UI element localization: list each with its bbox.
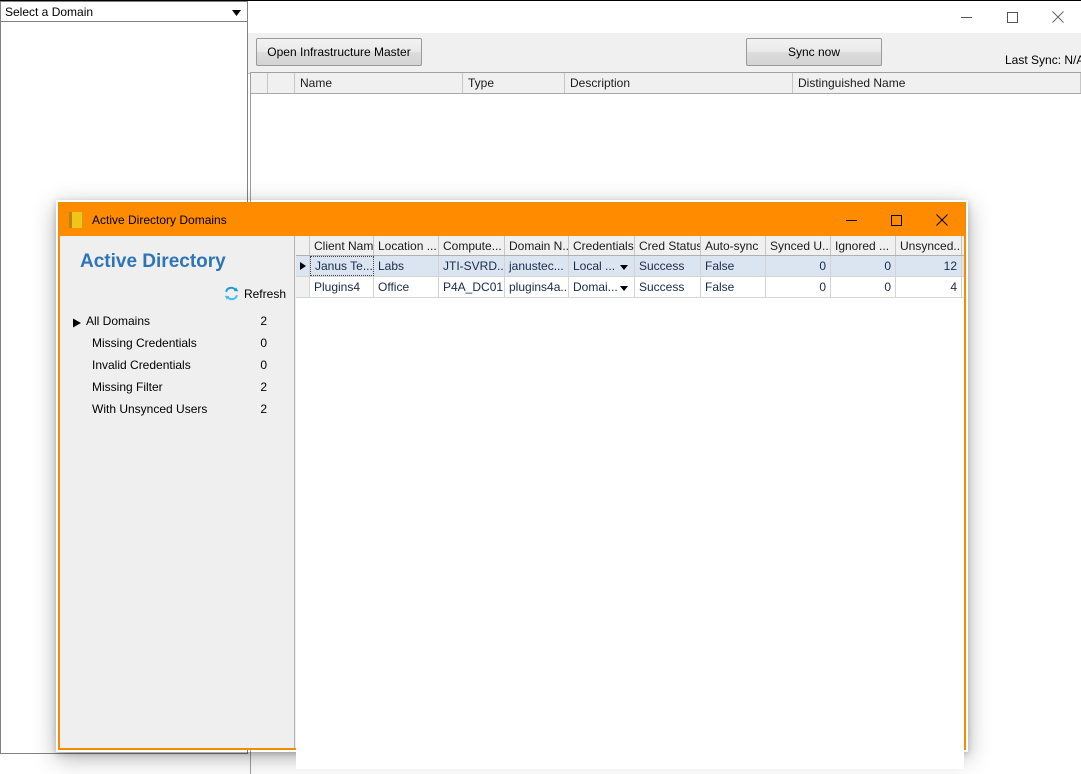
domains-grid-column-header[interactable]: Compute... [439,236,505,255]
table-cell[interactable]: False [701,256,766,276]
close-icon[interactable] [1035,1,1081,33]
domains-grid-column-header[interactable]: Synced U... [766,236,831,255]
table-cell[interactable]: Plugins4 [310,277,374,297]
tree-item-count: 2 [260,380,267,394]
active-directory-heading: Active Directory [80,251,226,273]
domain-filter-tree: All Domains2Missing Credentials0Invalid … [60,310,295,420]
main-grid-column-header[interactable] [251,73,268,93]
domains-grid-header-row: Client NameLocation ...Compute...Domain … [296,236,964,256]
tree-item[interactable]: Missing Filter 2 [60,376,295,398]
table-cell-value: Local ... [573,259,615,273]
main-grid-header-row: NameTypeDescriptionDistinguished Name [251,73,1081,94]
row-selector[interactable] [296,256,310,276]
minimize-icon[interactable] [943,1,989,33]
expand-triangle-icon[interactable] [73,317,81,326]
table-cell[interactable]: Success [635,277,701,297]
chevron-down-icon[interactable] [620,280,628,294]
dialog-window-controls [829,204,964,236]
main-grid-column-header[interactable]: Type [463,73,565,93]
tree-item-count: 0 [260,358,267,372]
refresh-button[interactable]: Refresh [224,286,286,301]
table-cell[interactable]: False [701,277,766,297]
chevron-down-icon[interactable] [620,259,628,273]
sync-now-button[interactable]: Sync now [746,38,882,66]
main-grid-column-header[interactable] [268,73,295,93]
domains-grid-column-header[interactable]: Auto-sync [701,236,766,255]
tree-item-label: With Unsynced Users [92,402,207,416]
table-cell-dropdown[interactable]: Domai... [569,277,635,297]
domains-grid-column-header[interactable]: Domain N... [505,236,569,255]
row-selector[interactable] [296,277,310,297]
table-cell[interactable]: janustec... [505,256,569,276]
dialog-title: Active Directory Domains [92,213,227,227]
domains-grid-column-header[interactable]: Client Name [310,236,374,255]
table-cell[interactable]: Janus Te... [310,256,374,276]
close-icon[interactable] [919,204,964,236]
table-cell-value: Domai... [573,280,618,294]
table-cell-dropdown[interactable]: Local ... [569,256,635,276]
domains-grid-column-header[interactable]: Credentials [569,236,635,255]
domains-grid-column-header[interactable]: Unsynced... [896,236,962,255]
domain-select-value: Select a Domain [1,5,93,19]
tree-item-label: All Domains [86,314,150,328]
domains-grid-column-header[interactable]: Location ... [374,236,439,255]
table-cell[interactable]: Office [374,277,439,297]
open-infrastructure-master-button[interactable]: Open Infrastructure Master [256,38,422,66]
last-sync-status: Last Sync: N/A [1005,53,1081,67]
table-row[interactable]: Plugins4OfficeP4A_DC01plugins4a... Domai.… [296,277,964,298]
book-icon [69,212,83,228]
table-cell[interactable]: plugins4a... [505,277,569,297]
tree-item-count: 2 [260,314,267,328]
maximize-icon[interactable] [874,204,919,236]
domains-data-grid: Client NameLocation ...Compute...Domain … [296,236,964,748]
minimize-icon[interactable] [829,204,874,236]
main-grid-column-header[interactable]: Distinguished Name [793,73,1081,93]
table-cell[interactable]: 0 [831,277,896,297]
table-row[interactable]: Janus Te...LabsJTI-SVRD...janustec... Loc… [296,256,964,277]
table-cell[interactable]: 0 [831,256,896,276]
domains-grid-rowheader-corner [296,236,310,255]
table-cell[interactable]: JTI-SVRD... [439,256,505,276]
domains-grid-column-header[interactable]: Cred Status [635,236,701,255]
dialog-titlebar: Active Directory Domains [60,204,964,236]
tree-item[interactable]: With Unsynced Users 2 [60,398,295,420]
tree-item-label: Missing Filter [92,380,163,394]
refresh-label: Refresh [244,287,286,301]
chevron-down-icon [232,5,241,19]
active-directory-domains-dialog: Active Directory Domains Active Director… [58,202,966,750]
main-window-controls [943,1,1081,33]
domains-grid-empty-area[interactable] [296,298,964,769]
tree-item-count: 2 [260,402,267,416]
dialog-sidebar: Active Directory Refresh All Domains2Mis… [60,236,295,748]
tree-item[interactable]: Missing Credentials 0 [60,332,295,354]
domain-select[interactable]: Select a Domain [0,1,248,22]
table-cell[interactable]: 4 [896,277,962,297]
tree-item[interactable]: Invalid Credentials 0 [60,354,295,376]
maximize-icon[interactable] [989,1,1035,33]
table-cell[interactable]: Success [635,256,701,276]
domains-grid-rows: Janus Te...LabsJTI-SVRD...janustec... Loc… [296,256,964,298]
table-cell[interactable]: Labs [374,256,439,276]
table-cell[interactable]: 0 [766,256,831,276]
domains-grid-column-header[interactable]: Ignored ... [831,236,896,255]
tree-item-count: 0 [260,336,267,350]
main-grid-column-header[interactable]: Description [565,73,793,93]
main-grid-column-header[interactable]: Name [295,73,463,93]
table-cell[interactable]: P4A_DC01 [439,277,505,297]
refresh-icon [224,286,239,301]
tree-item[interactable]: All Domains 2 [60,310,295,332]
tree-item-label: Missing Credentials [92,336,197,350]
table-cell[interactable]: 12 [896,256,962,276]
table-cell[interactable]: 0 [766,277,831,297]
tree-item-label: Invalid Credentials [92,358,191,372]
